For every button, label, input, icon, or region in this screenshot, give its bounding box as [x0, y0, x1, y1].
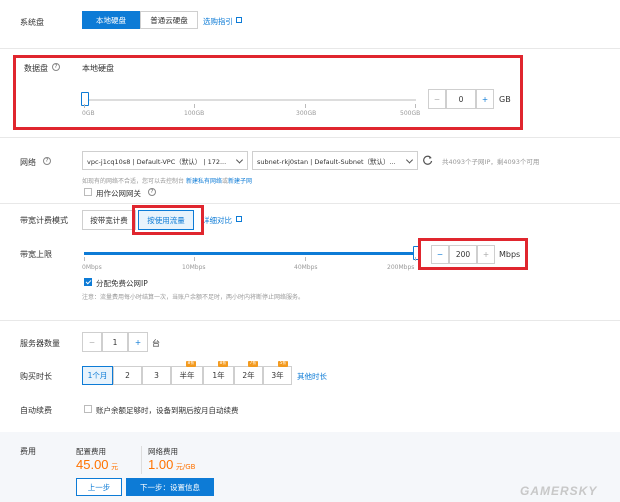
config-cost-unit: 元: [111, 463, 119, 471]
duration-option-1m[interactable]: 1个月: [82, 366, 113, 385]
bandwidth-tick-2: 40Mbps: [294, 264, 318, 271]
divider: [0, 137, 620, 138]
config-cost-value: 45.00: [76, 457, 109, 472]
divider: [141, 446, 142, 474]
help-icon[interactable]: ?: [43, 157, 51, 165]
duration-option-2y[interactable]: 2年: [234, 366, 263, 385]
auto-renew-text: 账户余额足够时，设备到期后按月自动续费: [96, 406, 239, 415]
highlight-box: [132, 205, 204, 235]
system-disk-cloud-tab[interactable]: 普通云硬盘: [140, 11, 198, 29]
network-cost-unit: 元/GB: [175, 463, 196, 471]
bandwidth-slider-fill[interactable]: [84, 252, 416, 255]
network-label: 网络: [20, 158, 36, 167]
server-count-minus-button[interactable]: −: [82, 332, 102, 352]
server-count-input[interactable]: 1: [102, 332, 128, 352]
watermark: GAMERSKY: [520, 484, 598, 498]
public-gateway-label: 用作公网网关: [96, 189, 141, 198]
public-gateway-checkbox[interactable]: [84, 188, 92, 196]
divider: [0, 320, 620, 321]
external-link-icon: [236, 17, 242, 23]
divider: [0, 48, 620, 49]
discount-badge: 5折: [278, 361, 289, 367]
highlight-box: [418, 238, 528, 270]
other-duration-link[interactable]: 其他时长: [297, 371, 327, 382]
subnet-ip-availability: 共4093个子网IP，剩4093个可用: [442, 158, 540, 166]
bandwidth-label: 带宽上限: [20, 250, 52, 259]
system-disk-local-tab[interactable]: 本地硬盘: [82, 11, 140, 29]
system-disk-label: 系统盘: [20, 18, 44, 27]
duration-option-3y[interactable]: 3年: [263, 366, 292, 385]
external-link-icon: [236, 216, 242, 222]
discount-badge: 8折: [186, 361, 197, 367]
discount-badge: 7折: [248, 361, 259, 367]
duration-option-2m[interactable]: 2: [113, 366, 142, 385]
vpc-select-value: vpc-j1cq10s8 | Default-VPC（默认） | 172...: [87, 157, 227, 166]
divider: [0, 203, 620, 204]
network-hint: 如现有的网络不合适，您可以去控制台 新建私有网络或新建子网: [82, 176, 252, 185]
network-cost-value: 1.00: [148, 457, 174, 472]
refresh-icon[interactable]: [423, 155, 433, 165]
auto-renew-checkbox[interactable]: [84, 405, 92, 413]
discount-badge: 8折: [218, 361, 229, 367]
bandwidth-tick-1: 10Mbps: [182, 264, 206, 271]
billing-mode-label: 带宽计费模式: [20, 216, 68, 225]
bandwidth-tick-0: 0Mbps: [82, 264, 102, 271]
billing-by-bandwidth-button[interactable]: 按带宽计费: [82, 210, 136, 230]
subnet-select-value: subnet-rkj0stan | Default-Subnet（默认）...: [257, 157, 396, 166]
highlight-box: [13, 55, 523, 130]
duration-label: 购买时长: [20, 372, 52, 381]
tick: [84, 257, 85, 261]
next-step-button[interactable]: 下一步：设置信息: [126, 478, 214, 496]
network-cost-label: 网络费用: [148, 447, 178, 456]
vpc-select[interactable]: vpc-j1cq10s8 | Default-VPC（默认） | 172...: [82, 151, 248, 170]
prev-step-button[interactable]: 上一步: [76, 478, 122, 496]
chevron-down-icon: [235, 155, 244, 164]
tick: [305, 257, 306, 261]
free-ip-label: 分配免费公网IP: [96, 279, 148, 288]
traffic-billing-note: 注意：流量费用每小时结算一次，当账户余额不足时，两小时内将断停止网络服务。: [82, 294, 305, 301]
server-count-label: 服务器数量: [20, 339, 60, 348]
new-subnet-link[interactable]: 新建子网: [228, 178, 252, 185]
network-hint-text: 如现有的网络不合适，您可以去控制台: [82, 178, 185, 185]
duration-option-1y[interactable]: 1年: [203, 366, 234, 385]
auto-renew-label: 自动续费: [20, 406, 52, 415]
chevron-down-icon: [405, 155, 414, 164]
tick: [415, 257, 416, 261]
config-cost-label: 配置费用: [76, 447, 106, 456]
free-ip-checkbox[interactable]: [84, 278, 92, 286]
select-guide-link[interactable]: 选购指引: [203, 16, 233, 27]
server-count-plus-button[interactable]: +: [128, 332, 148, 352]
duration-option-half-year[interactable]: 半年: [171, 366, 203, 385]
cost-label: 费用: [20, 447, 36, 456]
billing-compare-link[interactable]: 详细对比: [202, 215, 232, 226]
network-cost: 1.00 元/GB: [148, 457, 195, 472]
tick: [194, 257, 195, 261]
new-vpc-link[interactable]: 新建私有网络: [186, 178, 222, 185]
config-cost: 45.00 元: [76, 457, 118, 472]
server-count-unit: 台: [152, 339, 160, 348]
subnet-select[interactable]: subnet-rkj0stan | Default-Subnet（默认）...: [252, 151, 418, 170]
help-icon[interactable]: ?: [148, 188, 156, 196]
bandwidth-tick-3: 200Mbps: [387, 264, 415, 271]
duration-option-3m[interactable]: 3: [142, 366, 171, 385]
